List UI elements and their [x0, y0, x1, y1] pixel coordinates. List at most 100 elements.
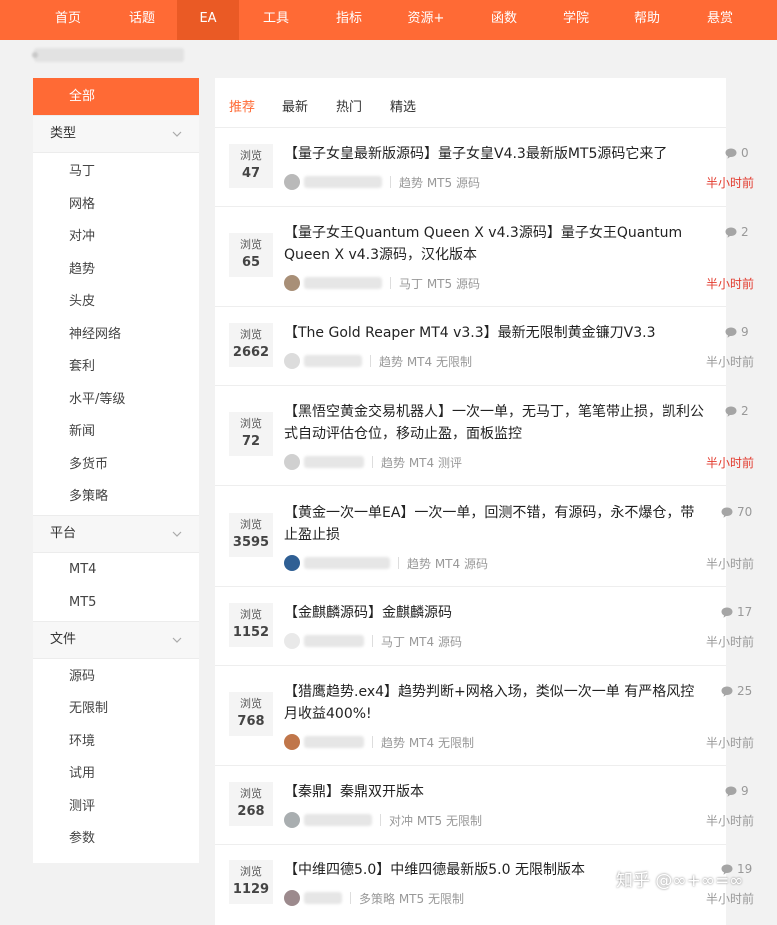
- chevron-down-icon: [172, 637, 182, 643]
- post-item[interactable]: 浏览 47 【量子女皇最新版源码】量子女皇V4.3最新版MT5源码它来了 0 趋…: [215, 143, 754, 206]
- comment-count: 2: [725, 404, 749, 418]
- post-item[interactable]: 浏览 268 【秦鼎】秦鼎双开版本 9 对冲 MT5 无限制 半小时前: [215, 781, 754, 844]
- tab-latest[interactable]: 最新: [282, 96, 308, 115]
- sidebar-item-hedge[interactable]: 对冲: [69, 227, 95, 247]
- sidebar-item-params[interactable]: 参数: [69, 829, 95, 849]
- sidebar-item-news[interactable]: 新闻: [69, 422, 95, 442]
- meta-divider: [372, 635, 373, 647]
- avatar[interactable]: [284, 812, 300, 828]
- nav-item-ea[interactable]: EA: [177, 0, 239, 40]
- sidebar-item-grid[interactable]: 网格: [69, 195, 95, 215]
- sidebar-item-trend[interactable]: 趋势: [69, 260, 95, 280]
- post-item[interactable]: 浏览 72 【黑悟空黄金交易机器人】一次一单，无马丁，笔笔带止损，凯利公式自动评…: [215, 404, 754, 486]
- avatar[interactable]: [284, 275, 300, 291]
- post-meta: 趋势 MT4 无限制: [284, 353, 472, 369]
- sidebar-item-arbitrage[interactable]: 套利: [69, 357, 95, 377]
- nav-item-indicators[interactable]: 指标: [318, 0, 380, 40]
- username[interactable]: [304, 277, 382, 289]
- sidebar-item-unlimited[interactable]: 无限制: [69, 699, 108, 719]
- tab-featured[interactable]: 精选: [390, 96, 416, 115]
- post-meta: 趋势 MT4 测评: [284, 454, 462, 470]
- view-label: 浏览: [240, 417, 262, 430]
- comment-count-value: 2: [741, 225, 749, 239]
- sidebar-item-neural-network[interactable]: 神经网络: [69, 325, 121, 345]
- view-label: 浏览: [240, 149, 262, 162]
- post-title[interactable]: 【黄金一次一单EA】一次一单，回测不错，有源码，永不爆仓，带止盈止损: [284, 502, 704, 546]
- view-label: 浏览: [240, 238, 262, 251]
- post-time: 半小时前: [705, 176, 754, 190]
- post-title[interactable]: 【量子女王Quantum Queen X v4.3源码】量子女王Quantum …: [284, 222, 704, 266]
- nav-item-help[interactable]: 帮助: [615, 0, 679, 40]
- post-item[interactable]: 浏览 3595 【黄金一次一单EA】一次一单，回测不错，有源码，永不爆仓，带止盈…: [215, 505, 754, 587]
- post-separator: [215, 206, 726, 207]
- comment-count-value: 9: [741, 325, 749, 339]
- post-title[interactable]: 【猎鹰趋势.ex4】趋势判断+网格入场，类似一次一单 有严格风控 月收益400%…: [284, 681, 704, 725]
- sidebar-item-environment[interactable]: 环境: [69, 732, 95, 752]
- tab-hot[interactable]: 热门: [336, 96, 362, 115]
- post-separator: [215, 665, 726, 666]
- sidebar-item-review[interactable]: 测评: [69, 797, 95, 817]
- username[interactable]: [304, 814, 372, 826]
- avatar[interactable]: [284, 633, 300, 649]
- post-item[interactable]: 浏览 1152 【金麒麟源码】金麒麟源码 17 马丁 MT4 源码 半小时前: [215, 602, 754, 665]
- sidebar-item-level[interactable]: 水平/等级: [69, 390, 125, 410]
- post-time: 半小时前: [705, 277, 754, 291]
- meta-divider: [350, 892, 351, 904]
- nav-item-bounty[interactable]: 悬赏: [689, 0, 751, 40]
- sidebar-item-scalping[interactable]: 头皮: [69, 292, 95, 312]
- nav-item-tools[interactable]: 工具: [244, 0, 308, 40]
- post-item[interactable]: 浏览 2662 【The Gold Reaper MT4 v3.3】最新无限制黄…: [215, 322, 754, 385]
- username[interactable]: [304, 176, 382, 188]
- top-nav: 首页 话题 EA 工具 指标 资源+ 函数 学院 帮助 悬赏: [0, 0, 777, 40]
- username[interactable]: [304, 456, 364, 468]
- username[interactable]: [304, 736, 364, 748]
- post-title[interactable]: 【金麒麟源码】金麒麟源码: [284, 602, 704, 624]
- post-separator: [215, 844, 726, 845]
- avatar[interactable]: [284, 734, 300, 750]
- comment-bubble-icon: [721, 686, 733, 697]
- nav-item-topics[interactable]: 话题: [107, 0, 177, 40]
- sidebar-item-source[interactable]: 源码: [69, 667, 95, 687]
- username[interactable]: [304, 557, 390, 569]
- username[interactable]: [304, 635, 364, 647]
- nav-item-functions[interactable]: 函数: [472, 0, 536, 40]
- sidebar-section-type[interactable]: 类型: [33, 115, 199, 153]
- post-item[interactable]: 浏览 65 【量子女王Quantum Queen X v4.3源码】量子女王Qu…: [215, 225, 754, 307]
- comment-count: 17: [721, 605, 752, 619]
- sidebar-item-all[interactable]: 全部: [33, 78, 199, 115]
- post-time: 半小时前: [705, 635, 754, 649]
- post-title[interactable]: 【秦鼎】秦鼎双开版本: [284, 781, 704, 803]
- avatar[interactable]: [284, 555, 300, 571]
- meta-divider: [390, 277, 391, 289]
- username[interactable]: [304, 355, 362, 367]
- nav-item-academy[interactable]: 学院: [544, 0, 608, 40]
- username[interactable]: [304, 892, 342, 904]
- post-meta: 趋势 MT5 源码: [284, 174, 480, 190]
- post-title[interactable]: 【The Gold Reaper MT4 v3.3】最新无限制黄金镰刀V3.3: [284, 322, 704, 344]
- avatar[interactable]: [284, 890, 300, 906]
- sidebar-section-files[interactable]: 文件: [33, 621, 199, 659]
- post-title[interactable]: 【量子女皇最新版源码】量子女皇V4.3最新版MT5源码它来了: [284, 143, 704, 165]
- watermark: 知乎 @∞+∞=∞: [616, 871, 744, 891]
- sidebar-item-multi-currency[interactable]: 多货币: [69, 455, 108, 475]
- nav-item-resources[interactable]: 资源+: [392, 0, 460, 40]
- view-label: 浏览: [240, 608, 262, 621]
- avatar[interactable]: [284, 454, 300, 470]
- post-time: 半小时前: [705, 736, 754, 750]
- sidebar-item-mt5[interactable]: MT5: [69, 593, 96, 613]
- post-tags: 马丁 MT5 源码: [399, 277, 480, 291]
- sidebar-item-martin[interactable]: 马丁: [69, 162, 95, 182]
- view-count-box: 浏览 1129: [229, 860, 273, 904]
- sidebar-item-mt4[interactable]: MT4: [69, 560, 96, 580]
- avatar[interactable]: [284, 174, 300, 190]
- sidebar-item-multi-strategy[interactable]: 多策略: [69, 487, 108, 507]
- tab-recommended[interactable]: 推荐: [229, 96, 255, 115]
- avatar[interactable]: [284, 353, 300, 369]
- post-tags: 趋势 MT4 测评: [381, 456, 462, 470]
- nav-item-home[interactable]: 首页: [36, 0, 100, 40]
- view-count: 2662: [232, 345, 270, 360]
- sidebar-item-trial[interactable]: 试用: [69, 764, 95, 784]
- post-title[interactable]: 【黑悟空黄金交易机器人】一次一单，无马丁，笔笔带止损，凯利公式自动评估仓位，移动…: [284, 401, 704, 445]
- post-item[interactable]: 浏览 768 【猎鹰趋势.ex4】趋势判断+网格入场，类似一次一单 有严格风控 …: [215, 684, 754, 766]
- sidebar-section-platform[interactable]: 平台: [33, 515, 199, 553]
